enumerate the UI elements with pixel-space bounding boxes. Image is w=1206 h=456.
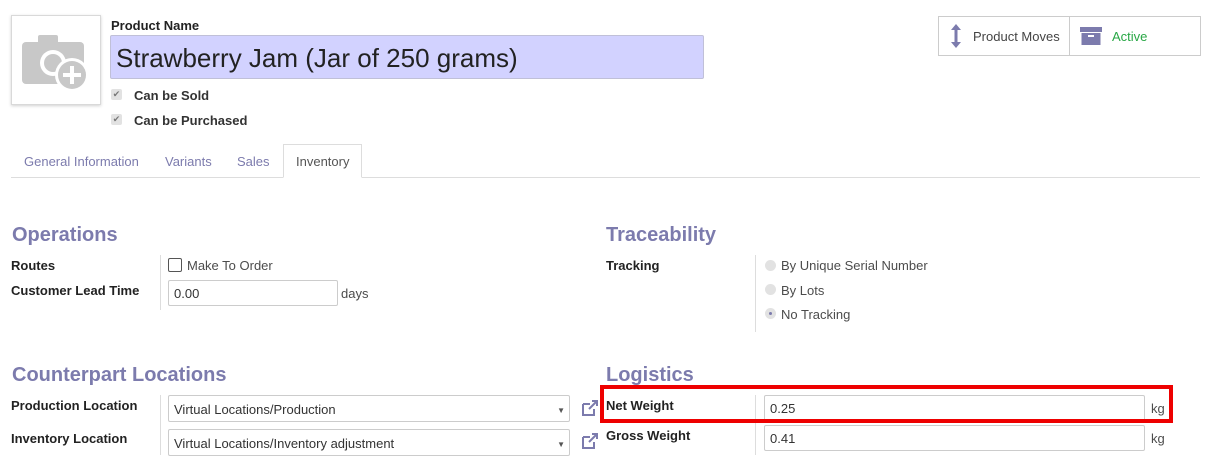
product-name-label: Product Name [111,18,200,33]
customer-lead-time-label: Customer Lead Time [11,283,140,298]
tracking-none-radio[interactable] [765,308,776,319]
production-location-value: Virtual Locations/Production [174,402,336,417]
inventory-location-select[interactable]: Virtual Locations/Inventory adjustment ▼ [168,429,570,456]
external-link-icon[interactable] [580,431,600,451]
tracking-lots-label: By Lots [781,283,825,298]
can-be-sold-checkbox[interactable]: ✔ [111,89,122,100]
operations-divider [160,255,161,310]
operations-title: Operations [12,224,118,246]
tracking-serial-label: By Unique Serial Number [781,258,928,273]
product-name-input[interactable]: Strawberry Jam (Jar of 250 grams) [110,35,704,79]
inventory-location-label: Inventory Location [11,431,128,446]
chevron-down-icon: ▼ [557,406,565,415]
customer-lead-time-input[interactable]: 0.00 [168,280,338,306]
tab-sales[interactable]: Sales [237,144,270,178]
chevron-down-icon: ▼ [557,440,565,449]
can-be-purchased-checkbox[interactable]: ✔ [111,114,122,125]
lead-time-unit: days [341,286,369,301]
tracking-none-label: No Tracking [781,307,851,322]
camera-plus-icon [22,35,89,92]
can-be-purchased-label: Can be Purchased [134,113,248,128]
production-location-label: Production Location [11,398,138,413]
make-to-order-checkbox[interactable] [168,258,182,272]
product-moves-button[interactable]: Product Moves [939,17,1069,55]
active-label: Active [1112,28,1148,44]
can-be-sold-label: Can be Sold [134,88,210,103]
traceability-divider [755,255,756,332]
net-weight-highlight [600,385,1173,423]
make-to-order-label: Make To Order [187,258,273,273]
gross-weight-unit: kg [1151,431,1165,446]
tab-general-information[interactable]: General Information [24,144,139,178]
external-link-icon[interactable] [580,398,600,418]
counterpart-locations-title: Counterpart Locations [12,364,227,386]
up-down-arrow-icon [951,24,961,48]
counterpart-divider [160,395,161,455]
gross-weight-input[interactable]: 0.41 [764,425,1145,451]
tab-inventory[interactable]: Inventory [283,144,363,178]
logistics-title: Logistics [606,364,694,386]
routes-label: Routes [11,258,56,273]
notebook-tabs: General Information Variants Sales Inven… [11,144,1200,178]
button-box: Product Moves Active [938,16,1201,56]
tracking-label: Tracking [606,258,660,273]
tab-variants[interactable]: Variants [165,144,212,178]
inventory-location-value: Virtual Locations/Inventory adjustment [174,436,395,451]
product-moves-label: Product Moves [973,28,1060,44]
gross-weight-label: Gross Weight [606,428,691,443]
active-toggle-button[interactable]: Active [1069,17,1200,55]
product-image[interactable] [11,15,101,105]
archive-icon [1080,27,1102,45]
tracking-lots-radio[interactable] [765,284,776,295]
tracking-serial-radio[interactable] [765,260,776,271]
traceability-title: Traceability [606,224,717,246]
production-location-select[interactable]: Virtual Locations/Production ▼ [168,395,570,422]
